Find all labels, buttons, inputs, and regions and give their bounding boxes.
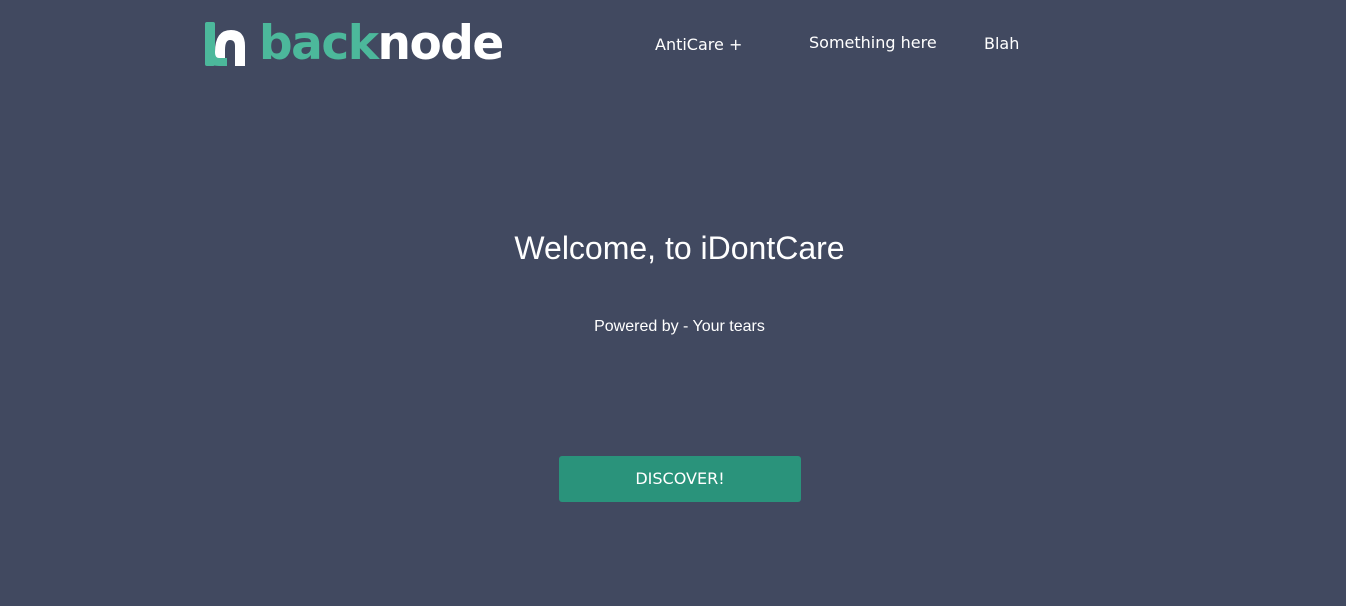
brand-wordmark-back: back bbox=[259, 16, 379, 71]
hero-title: Welcome, to iDontCare bbox=[514, 230, 845, 266]
nav-link-something-here[interactable]: Something here bbox=[809, 33, 937, 52]
nav-link-blah[interactable]: Blah bbox=[984, 34, 1019, 53]
brand-wordmark-node: node bbox=[377, 16, 504, 71]
backnode-logo-icon bbox=[205, 22, 245, 66]
nav-link-anticare[interactable]: AntiCare + bbox=[655, 35, 742, 54]
brand-logo[interactable]: backnode bbox=[205, 20, 504, 68]
discover-button[interactable]: DISCOVER! bbox=[559, 456, 801, 502]
brand-wordmark: backnode bbox=[259, 20, 504, 68]
site-header: backnode AntiCare + Something here Blah bbox=[0, 0, 1346, 90]
hero-subtitle: Powered by - Your tears bbox=[594, 318, 765, 335]
